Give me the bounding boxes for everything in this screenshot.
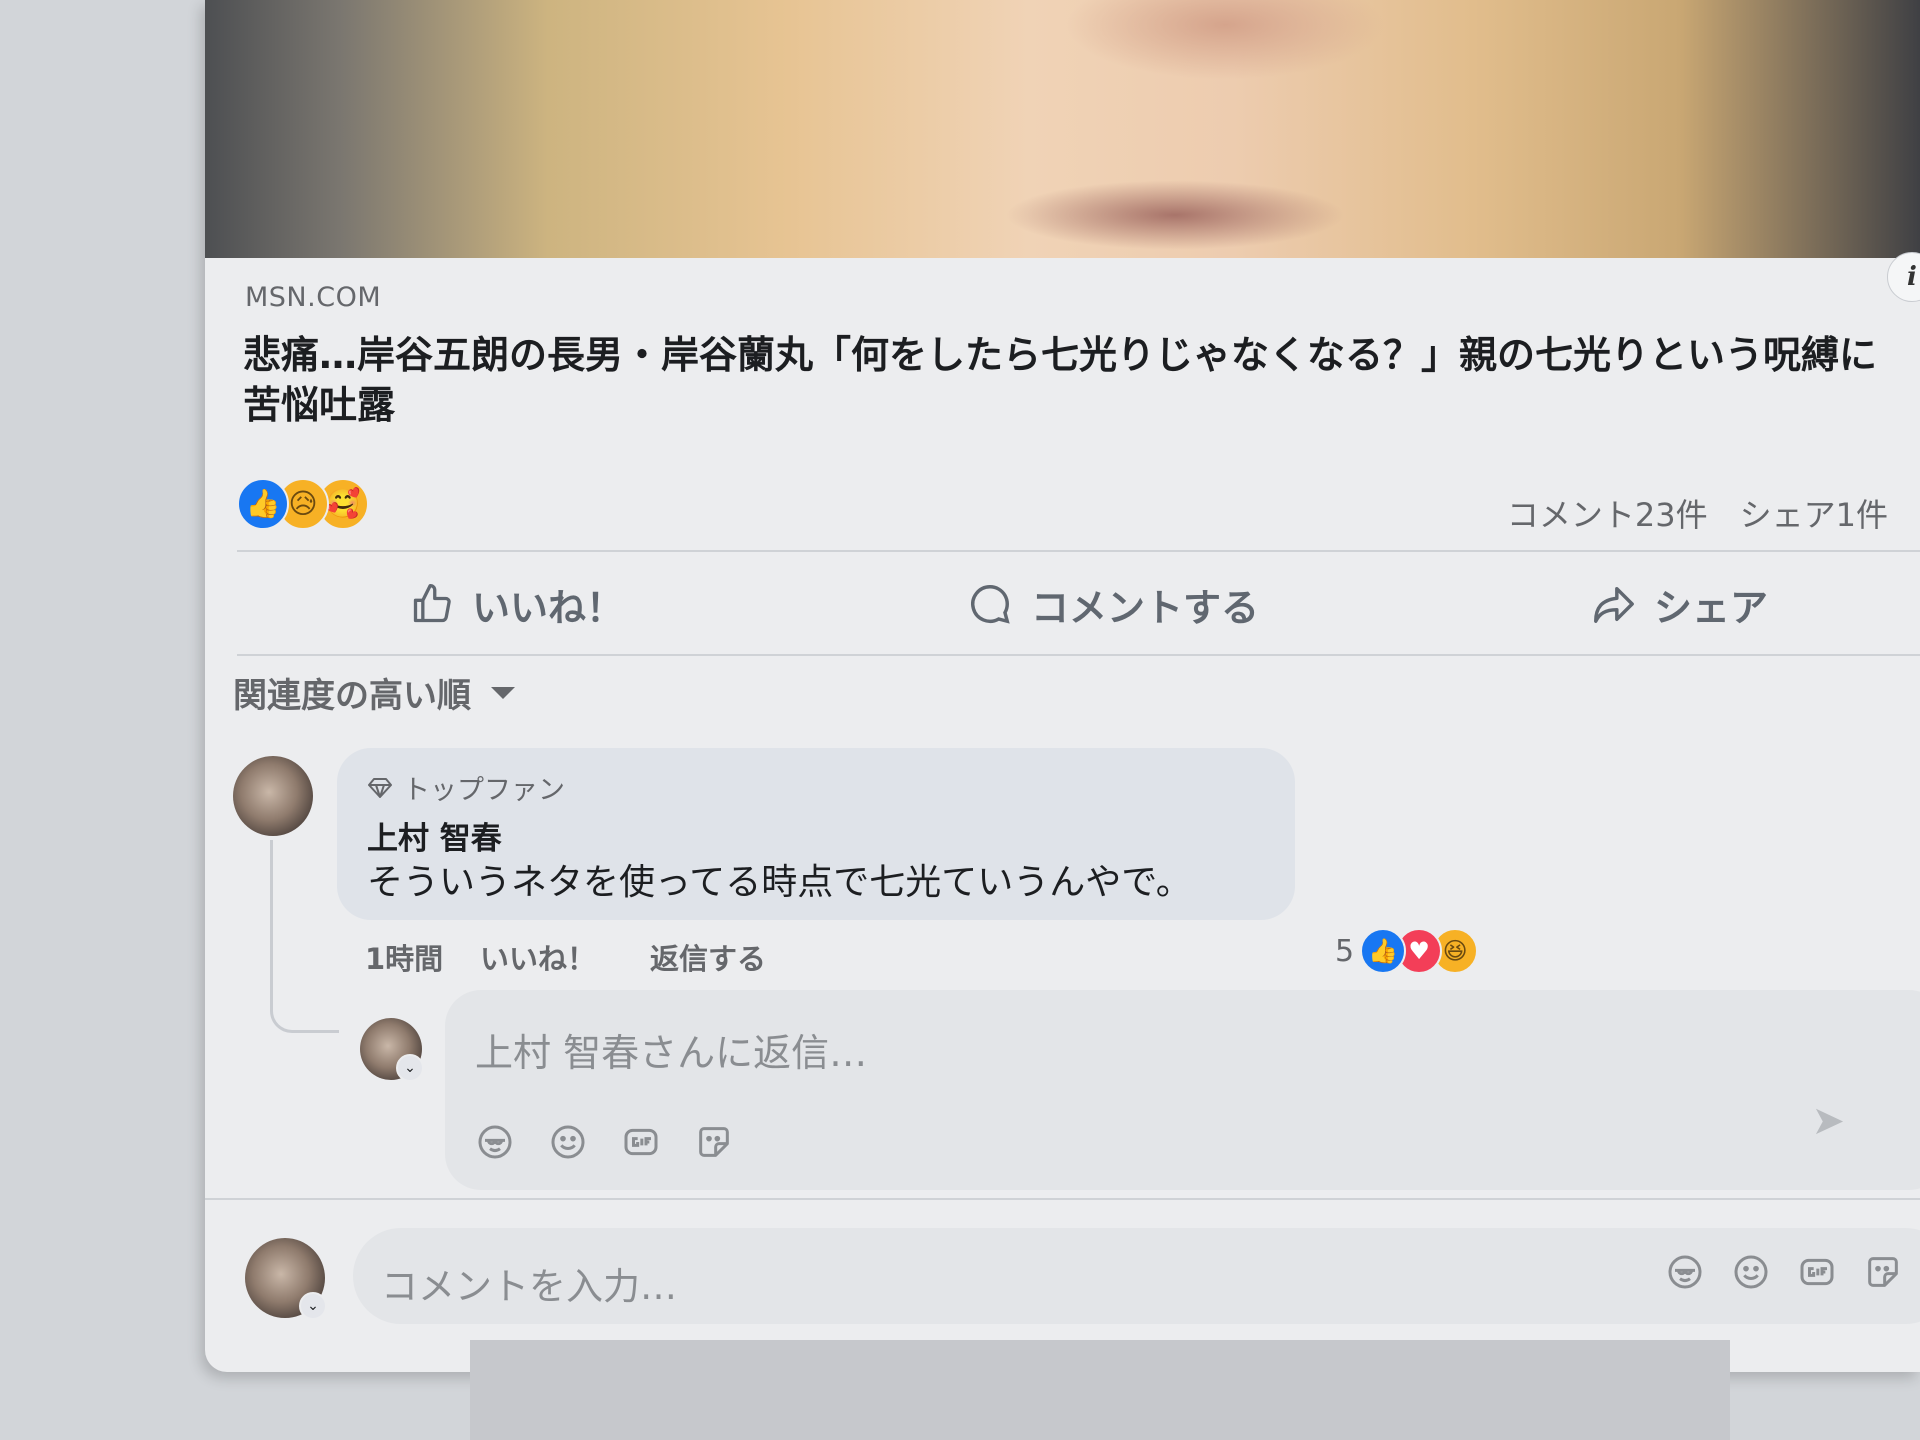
commenter-avatar[interactable]	[233, 756, 313, 836]
divider	[237, 654, 1920, 656]
comment-like-link[interactable]: いいね！	[480, 936, 596, 978]
sticker-icon[interactable]	[694, 1122, 734, 1162]
emoji-icon[interactable]	[1731, 1252, 1771, 1292]
info-icon[interactable]: i	[1887, 252, 1920, 302]
chevron-down-icon: ⌄	[396, 1054, 424, 1082]
like-button-label: いいね！	[472, 585, 625, 630]
image-detail-mouth	[1005, 180, 1345, 250]
reply-user-avatar[interactable]: ⌄	[360, 1018, 424, 1082]
like-reaction-icon: 👍	[1360, 928, 1407, 974]
share-button-label: シェア	[1654, 585, 1769, 630]
chevron-down-icon: ⌄	[299, 1292, 327, 1320]
comment-reactions[interactable]: 5 👍 ♥ 😆	[1335, 928, 1479, 974]
sort-label: 関連度の高い順	[233, 676, 471, 716]
image-detail-nose	[1065, 0, 1385, 80]
next-post-preview	[470, 1340, 1730, 1440]
post-counts: コメント23件 シェア1件	[1507, 490, 1920, 536]
comment-button[interactable]: コメントする	[967, 576, 1259, 632]
top-fan-label: トップファン	[403, 775, 565, 806]
comment-text: そういうネタを使ってる時点で七光ていうんやで。	[367, 862, 1192, 903]
avatar-sticker-icon[interactable]	[475, 1122, 515, 1162]
share-button[interactable]: シェア	[1590, 576, 1768, 632]
reply-input[interactable]: 上村 智春さんに返信… ➤	[445, 990, 1920, 1190]
top-fan-badge: トップファン	[367, 768, 565, 807]
reply-placeholder: 上村 智春さんに返信…	[475, 1031, 868, 1075]
comment-timestamp[interactable]: 1時間	[365, 936, 443, 978]
comment-count[interactable]: コメント23件	[1507, 496, 1708, 534]
comment-reaction-count: 5	[1335, 933, 1355, 969]
divider	[237, 550, 1920, 552]
share-count[interactable]: シェア1件	[1740, 496, 1888, 534]
post-card: i MSN.COM 悲痛…岸谷五朗の長男・岸谷蘭丸「何をしたら七光りじゃなくなる…	[205, 0, 1920, 1372]
comment-sort-dropdown[interactable]: 関連度の高い順	[233, 668, 515, 717]
gif-icon[interactable]	[621, 1122, 661, 1162]
send-icon[interactable]: ➤	[1811, 1098, 1845, 1144]
emoji-icon[interactable]	[548, 1122, 588, 1162]
link-source[interactable]: MSN.COM	[245, 282, 381, 313]
thumbs-up-icon	[413, 584, 451, 623]
gif-icon[interactable]	[1797, 1252, 1837, 1292]
share-arrow-icon	[1594, 586, 1634, 623]
comment-button-label: コメントする	[1031, 585, 1260, 630]
avatar-sticker-icon[interactable]	[1665, 1252, 1705, 1292]
comment-bubble: トップファン 上村 智春 そういうネタを使ってる時点で七光ていうんやで。	[337, 748, 1295, 920]
comment-icon	[971, 585, 1010, 624]
comment-author[interactable]: 上村 智春	[367, 813, 502, 858]
reply-thread-line	[270, 840, 339, 1033]
like-button[interactable]: いいね！	[410, 576, 624, 632]
comment-placeholder: コメントを入力…	[381, 1265, 677, 1308]
divider	[205, 1198, 1920, 1200]
diamond-icon	[368, 777, 392, 798]
sticker-icon[interactable]	[1863, 1252, 1903, 1292]
comment-reply-link[interactable]: 返信する	[650, 936, 766, 978]
comment-input[interactable]: コメントを入力…	[353, 1228, 1920, 1324]
post-image[interactable]	[205, 0, 1920, 258]
current-user-avatar[interactable]: ⌄	[245, 1238, 327, 1320]
link-headline[interactable]: 悲痛…岸谷五朗の長男・岸谷蘭丸「何をしたら七光りじゃなくなる？」親の七光りという…	[243, 330, 1883, 430]
caret-down-icon	[491, 686, 515, 699]
like-reaction-icon: 👍	[237, 478, 289, 530]
